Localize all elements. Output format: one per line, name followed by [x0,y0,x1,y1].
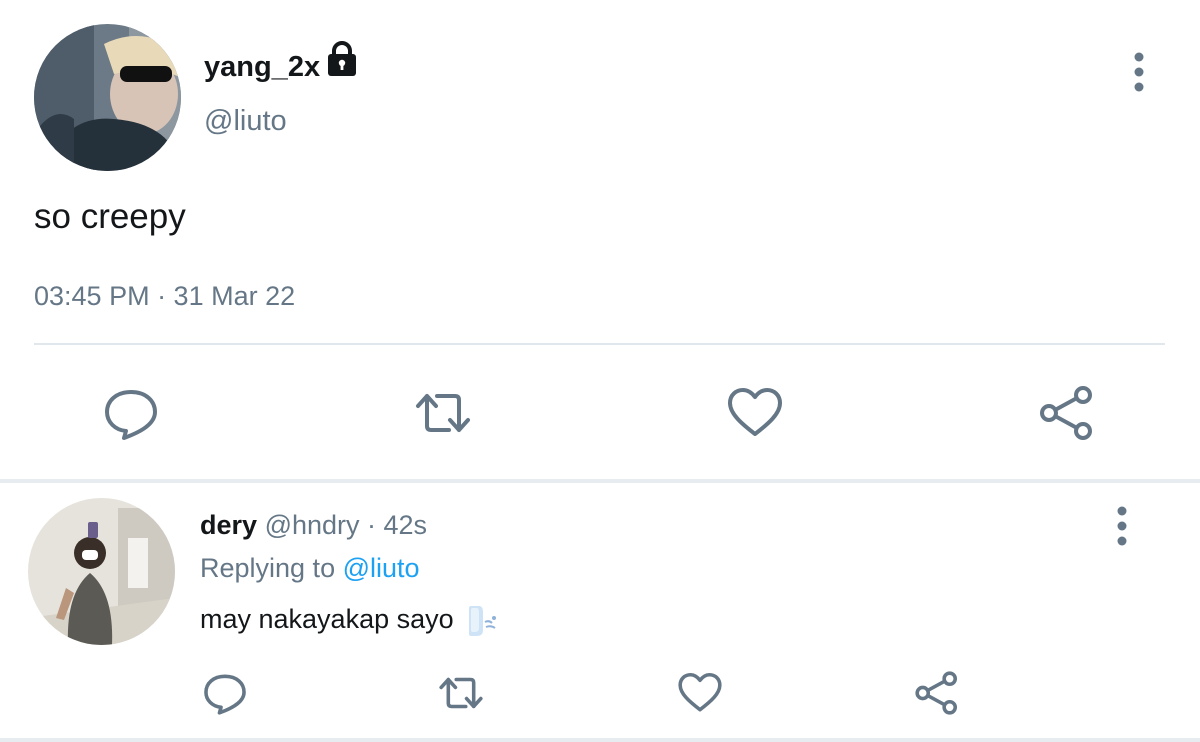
like-icon[interactable] [726,384,784,442]
avatar[interactable] [34,24,181,171]
reply-avatar[interactable] [28,498,175,645]
tweet-timestamp[interactable]: 03:45 PM · 31 Mar 22 [34,280,295,312]
more-vertical-icon[interactable] [1116,506,1128,546]
replying-to: Replying to @liuto [200,551,420,585]
retweet-icon[interactable] [438,670,484,716]
retweet-icon[interactable] [414,384,472,442]
bottom-divider [0,738,1200,742]
dashing-away-emoji [469,605,497,636]
display-name[interactable]: yang_2x [204,50,320,84]
reply-icon[interactable] [102,384,160,442]
reply-icon[interactable] [202,670,248,716]
reply-text: may nakayakap sayo [200,602,499,638]
mention-link[interactable]: @liuto [343,553,420,583]
reply-header: dery @hndry · 42s [200,508,427,542]
share-icon[interactable] [1038,384,1096,442]
reply-text-content: may nakayakap sayo [200,604,454,634]
share-icon[interactable] [914,670,960,716]
user-handle[interactable]: @liuto [204,104,287,138]
reply-display-name[interactable]: dery [200,510,257,540]
like-icon[interactable] [677,670,723,716]
avatar-image [34,24,181,171]
divider [34,343,1165,345]
reply-meta[interactable]: @hndry · 42s [265,510,427,540]
tweet-text: so creepy [34,197,186,236]
more-vertical-icon[interactable] [1133,52,1145,92]
reply-avatar-image [28,498,175,645]
lock-icon [328,41,356,76]
tweet-divider [0,479,1200,483]
replying-prefix: Replying to [200,553,336,583]
main-tweet: yang_2x @liuto so creepy 03:45 PM · 31 M… [0,0,1200,480]
